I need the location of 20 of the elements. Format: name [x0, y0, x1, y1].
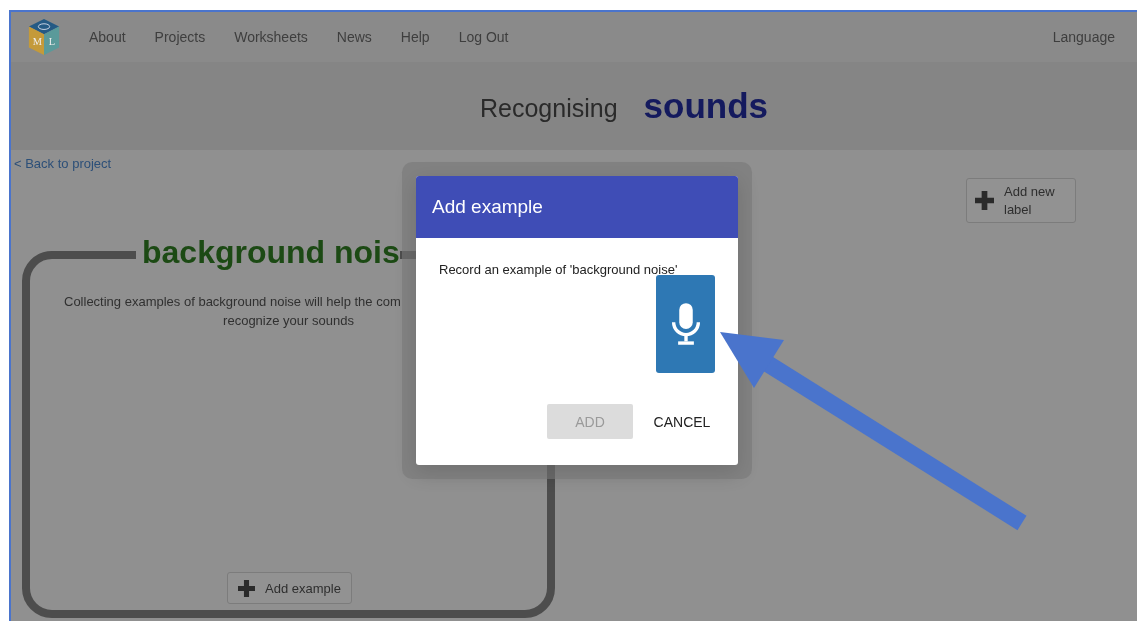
nav-link[interactable]: Projects	[154, 29, 206, 45]
plus-icon	[975, 191, 994, 210]
nav-link[interactable]: Log Out	[458, 29, 509, 45]
description-text: recognize your sounds	[223, 312, 354, 330]
nav-link[interactable]: Help	[400, 29, 430, 45]
add-label-button[interactable]: Add new label	[966, 178, 1076, 223]
language-menu[interactable]: Language	[1052, 29, 1115, 45]
description-text: Collecting examples of background noise will help the com	[64, 293, 401, 311]
page-title: Recognising	[479, 92, 618, 123]
microphone-button[interactable]	[656, 275, 715, 373]
project-type: sounds	[643, 86, 768, 126]
nav-link[interactable]: About	[89, 29, 126, 45]
nav-link[interactable]: News	[336, 29, 372, 45]
dialog-button[interactable]: CANCEL	[639, 404, 725, 439]
dialog-message: Record an example of 'background noise'	[439, 262, 679, 277]
plus-icon	[238, 579, 255, 597]
dialog-title: Add example	[416, 176, 738, 238]
nav-link[interactable]: Worksheets	[234, 29, 308, 45]
back-link[interactable]: < Back to project	[14, 156, 112, 171]
add-example-button[interactable]: Add example	[227, 572, 352, 604]
